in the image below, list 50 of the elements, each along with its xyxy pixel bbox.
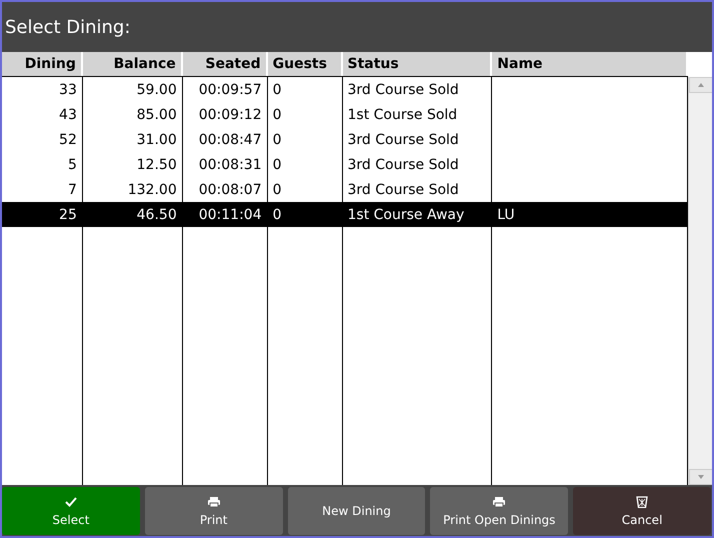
- table-cell[interactable]: 00:09:12: [182, 102, 267, 127]
- table-cell[interactable]: 46.50: [82, 202, 182, 227]
- cancel-button[interactable]: Cancel: [573, 487, 711, 535]
- action-button[interactable]: Print: [144, 487, 283, 535]
- table-cell[interactable]: 3rd Course Sold: [342, 77, 492, 102]
- table-cell[interactable]: 0: [268, 202, 342, 227]
- table-cell[interactable]: 0: [268, 102, 342, 127]
- table-cell[interactable]: 00:08:31: [182, 152, 267, 177]
- table-cell[interactable]: 0: [268, 77, 342, 102]
- table-cell[interactable]: 0: [268, 152, 342, 177]
- table-cell[interactable]: 00:11:04: [182, 202, 267, 227]
- table-cell[interactable]: LU: [492, 202, 687, 227]
- column-header[interactable]: Dining: [2, 52, 83, 76]
- table-cell[interactable]: 12.50: [82, 152, 182, 177]
- table-cell[interactable]: 00:08:47: [182, 127, 267, 152]
- table-cell[interactable]: 1st Course Away: [342, 202, 492, 227]
- table-cell[interactable]: 00:08:07: [182, 177, 267, 202]
- table-cell[interactable]: 59.00: [82, 77, 182, 102]
- table-cell[interactable]: 25: [2, 202, 82, 227]
- table-cell[interactable]: 43: [2, 102, 82, 127]
- scroll-up-icon[interactable]: [689, 77, 712, 93]
- printer-icon: [206, 496, 221, 508]
- column-header[interactable]: Seated: [182, 52, 268, 76]
- table-cell[interactable]: 7: [2, 177, 82, 202]
- table-cell[interactable]: 33: [2, 77, 82, 102]
- printer-icon: [492, 496, 506, 508]
- table-cell[interactable]: 132.00: [82, 177, 182, 202]
- table-cell[interactable]: 31.00: [82, 127, 182, 152]
- action-button[interactable]: New Dining: [288, 487, 426, 535]
- column-header[interactable]: Name: [492, 52, 688, 76]
- table-cell[interactable]: 1st Course Sold: [342, 102, 492, 127]
- action-button[interactable]: Print Open Dinings: [430, 487, 568, 535]
- table-cell[interactable]: 52: [2, 127, 82, 152]
- column-header[interactable]: Balance: [82, 52, 183, 76]
- table-cell[interactable]: 5: [2, 152, 82, 177]
- table-cell[interactable]: 0: [268, 177, 342, 202]
- scrollbar[interactable]: [688, 77, 712, 485]
- action-button[interactable]: Select: [2, 487, 140, 535]
- trash-icon: [635, 496, 650, 508]
- column-header[interactable]: Status: [342, 52, 492, 76]
- table-cell[interactable]: 3rd Course Sold: [342, 177, 492, 202]
- table-cell[interactable]: 3rd Course Sold: [342, 152, 492, 177]
- window-title: Select Dining:: [4, 16, 132, 40]
- table-cell[interactable]: 85.00: [82, 102, 182, 127]
- table-cell[interactable]: 00:09:57: [182, 77, 267, 102]
- table-cell[interactable]: 0: [268, 127, 342, 152]
- table-cell[interactable]: 3rd Course Sold: [342, 127, 492, 152]
- scroll-down-icon[interactable]: [689, 469, 712, 485]
- column-header[interactable]: Guests: [268, 52, 343, 76]
- checkmark-icon: [64, 496, 78, 508]
